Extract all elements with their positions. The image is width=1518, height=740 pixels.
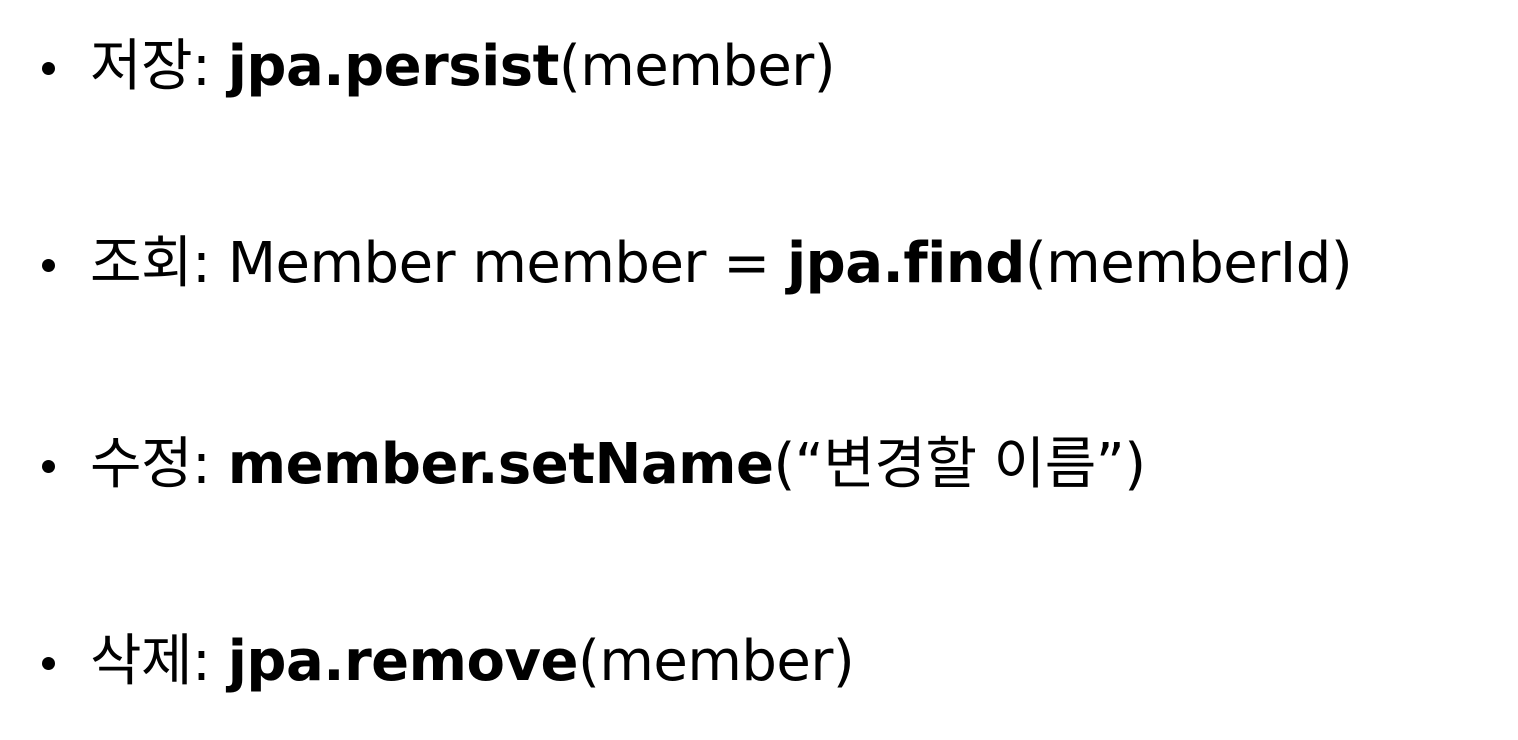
bullet-icon <box>42 259 55 272</box>
list-item-text: 조회: Member member = jpa.find(memberId) <box>90 219 1353 309</box>
list-item-text: 삭제: jpa.remove(member) <box>90 617 855 707</box>
method-arguments: (memberId) <box>1024 231 1353 296</box>
list-item-save: 저장: jpa.persist(member) <box>0 22 1518 112</box>
bullet-icon <box>42 657 55 670</box>
list-item-find: 조회: Member member = jpa.find(memberId) <box>0 219 1518 309</box>
list-item-remove: 삭제: jpa.remove(member) <box>0 617 1518 707</box>
method-call: member.setName <box>227 432 774 497</box>
list-item-text: 저장: jpa.persist(member) <box>90 22 836 112</box>
operation-list: 저장: jpa.persist(member) 조회: Member membe… <box>0 0 1518 740</box>
bullet-icon <box>42 62 55 75</box>
method-arguments: (member) <box>577 629 855 694</box>
assignment-prefix: Member member = <box>227 231 787 296</box>
item-label: 삭제: <box>90 629 228 694</box>
list-item-update: 수정: member.setName(“변경할 이름”) <box>0 420 1518 510</box>
method-arguments: (“변경할 이름”) <box>773 432 1146 497</box>
item-label: 수정: <box>90 432 228 497</box>
bullet-icon <box>42 460 55 473</box>
method-call: jpa.find <box>786 231 1025 296</box>
method-call: jpa.persist <box>227 34 560 99</box>
item-label: 조회: <box>90 231 228 296</box>
method-arguments: (member) <box>558 34 836 99</box>
item-label: 저장: <box>90 34 228 99</box>
method-call: jpa.remove <box>227 629 579 694</box>
list-item-text: 수정: member.setName(“변경할 이름”) <box>90 420 1146 510</box>
